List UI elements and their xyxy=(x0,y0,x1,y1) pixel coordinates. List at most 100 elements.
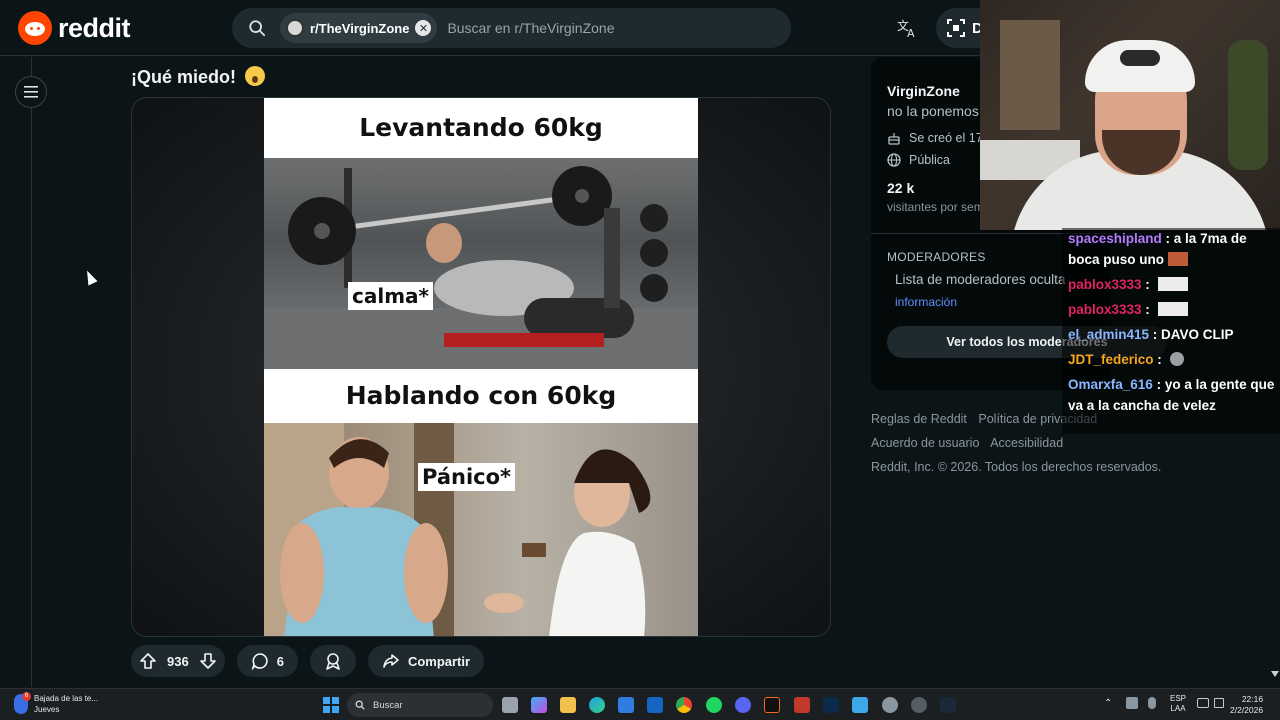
emote-icon xyxy=(1168,252,1188,266)
logo-text: reddit xyxy=(58,12,131,43)
store-icon[interactable] xyxy=(618,697,634,713)
post-action-bar: 936 6 Compartir xyxy=(131,645,485,677)
comment-count: 6 xyxy=(276,653,284,669)
notepad-icon[interactable] xyxy=(852,697,868,713)
comments-button[interactable]: 6 xyxy=(236,645,298,677)
footer-row-2: Acuerdo de usuario Accesibilidad xyxy=(871,431,1161,455)
speaker-icon[interactable] xyxy=(1214,698,1224,708)
steam-icon[interactable] xyxy=(940,697,956,713)
bench-press-illustration xyxy=(264,166,698,369)
subreddit-chip-label: r/TheVirginZone xyxy=(310,20,410,36)
language-indicator[interactable]: ESP LAA xyxy=(1170,694,1186,714)
footer-link-rules[interactable]: Reglas de Reddit xyxy=(871,412,967,426)
emote-icon xyxy=(1157,302,1188,316)
hamburger-menu-button[interactable] xyxy=(15,76,47,108)
streamer-cap xyxy=(1085,40,1195,92)
scroll-down-arrow-icon[interactable] xyxy=(1271,671,1279,677)
chat-username: el_admin415 xyxy=(1068,327,1150,342)
page-scrollbar[interactable] xyxy=(1272,434,1280,687)
vote-control: 936 xyxy=(131,645,225,677)
weather-text: Bajada de las te... Jueves xyxy=(34,693,98,715)
photoshop-icon[interactable] xyxy=(823,697,839,713)
created-row: Se creó el 17 xyxy=(887,131,983,145)
chat-text: DAVO CLIP xyxy=(1161,327,1234,342)
edge-icon[interactable] xyxy=(589,697,605,713)
award-icon xyxy=(326,653,340,670)
visibility-row: Pública xyxy=(887,153,950,167)
search-input[interactable] xyxy=(447,20,708,36)
moderators-hidden-text: Lista de moderadores oculta xyxy=(895,272,1066,287)
share-button[interactable]: Compartir xyxy=(367,645,485,677)
reddit-logo[interactable]: reddit xyxy=(18,11,131,45)
weather-title: Bajada de las te... xyxy=(34,694,99,703)
chat-message: JDT_federico : xyxy=(1068,349,1280,370)
moderators-info-link[interactable]: información xyxy=(895,295,957,309)
clock-date: 2/2/2026 xyxy=(1230,705,1264,715)
chat-username: pablox3333 xyxy=(1068,302,1142,317)
footer-link-accessibility[interactable]: Accesibilidad xyxy=(990,436,1063,450)
globe-icon xyxy=(887,153,901,167)
downvote-icon[interactable] xyxy=(199,652,217,670)
chat-message: Omarxfa_616 : yo a la gente que va a la … xyxy=(1068,374,1280,416)
chat-message: el_admin415 : DAVO CLIP xyxy=(1068,324,1280,345)
chat-username: Omarxfa_616 xyxy=(1068,377,1153,392)
close-icon[interactable]: ✕ xyxy=(415,20,432,36)
file-explorer-icon[interactable] xyxy=(560,697,576,713)
kick-app-icon[interactable] xyxy=(794,697,810,713)
left-rail-divider xyxy=(31,57,32,687)
wall-poster xyxy=(1000,20,1060,130)
settings-gear-icon[interactable] xyxy=(882,697,898,713)
streamer-webcam xyxy=(980,0,1280,230)
community-description: no la ponemos xyxy=(887,103,979,119)
chat-message: pablox3333 : xyxy=(1068,274,1280,295)
microphone-icon[interactable] xyxy=(1148,697,1156,709)
streaming-app-icon[interactable] xyxy=(764,697,780,713)
footer-link-user-agreement[interactable]: Acuerdo de usuario xyxy=(871,436,979,450)
gaming-chair xyxy=(1228,40,1268,170)
reddit-page: reddit r/TheVirginZone ✕ 文 A xyxy=(0,0,1280,720)
created-date: Se creó el 17 xyxy=(909,131,983,145)
subreddit-search-chip: r/TheVirginZone ✕ xyxy=(280,13,438,43)
search-bar[interactable]: r/TheVirginZone ✕ xyxy=(232,8,791,48)
search-icon xyxy=(355,700,365,710)
meme-caption-top: Levantando 60kg xyxy=(359,113,603,142)
chat-separator: : xyxy=(1161,231,1174,246)
outlook-icon[interactable] xyxy=(647,697,663,713)
award-button[interactable] xyxy=(309,645,356,677)
discord-icon[interactable] xyxy=(735,697,751,713)
copilot-icon[interactable] xyxy=(531,697,547,713)
system-clock[interactable]: 22:16 2/2/2026 xyxy=(1230,694,1263,716)
meme-image: Levantando 60kg calma* Hablando con 60kg… xyxy=(264,98,698,636)
chrome-icon[interactable] xyxy=(676,697,692,713)
post-media[interactable]: Levantando 60kg calma* Hablando con 60kg… xyxy=(131,97,831,637)
meme-caption-bottom: Hablando con 60kg xyxy=(345,381,617,410)
display-icon[interactable] xyxy=(1197,698,1209,708)
windows-start-icon[interactable] xyxy=(323,697,339,713)
translate-icon[interactable]: 文 A xyxy=(893,14,921,42)
spotify-icon[interactable] xyxy=(706,697,722,713)
post-title[interactable]: ¡Qué miedo! xyxy=(131,66,266,88)
chat-separator: : xyxy=(1141,302,1154,317)
svg-text:A: A xyxy=(907,27,915,39)
task-view-icon[interactable] xyxy=(502,697,518,713)
tray-expand-icon[interactable]: ⌃ xyxy=(1104,698,1112,709)
taskbar-search[interactable]: Buscar xyxy=(347,693,493,717)
start-tile xyxy=(332,706,339,713)
upvote-icon[interactable] xyxy=(139,652,157,670)
gym-conversation-photo: Pánico* xyxy=(264,423,698,636)
windows-taskbar: 6 Bajada de las te... Jueves Buscar ⌃ ES… xyxy=(0,688,1280,720)
keyboard-layout: LAA xyxy=(1170,704,1186,713)
conversation-illustration xyxy=(264,423,651,636)
stream-chat-overlay: spaceshipland : a la 7ma de boca puso un… xyxy=(1062,228,1280,434)
post-title-text: ¡Qué miedo! xyxy=(131,67,237,87)
start-tile xyxy=(323,706,330,713)
network-off-icon[interactable] xyxy=(1126,697,1138,709)
weather-widget[interactable]: 6 Bajada de las te... Jueves xyxy=(14,692,98,715)
weather-badge: 6 xyxy=(22,692,31,701)
comment-icon xyxy=(251,653,268,670)
taskbar-search-label: Buscar xyxy=(373,699,403,711)
vote-count: 936 xyxy=(167,653,189,669)
moderators-heading: MODERADORES xyxy=(887,250,986,264)
obs-icon[interactable] xyxy=(911,697,927,713)
community-name[interactable]: VirginZone xyxy=(887,83,960,99)
